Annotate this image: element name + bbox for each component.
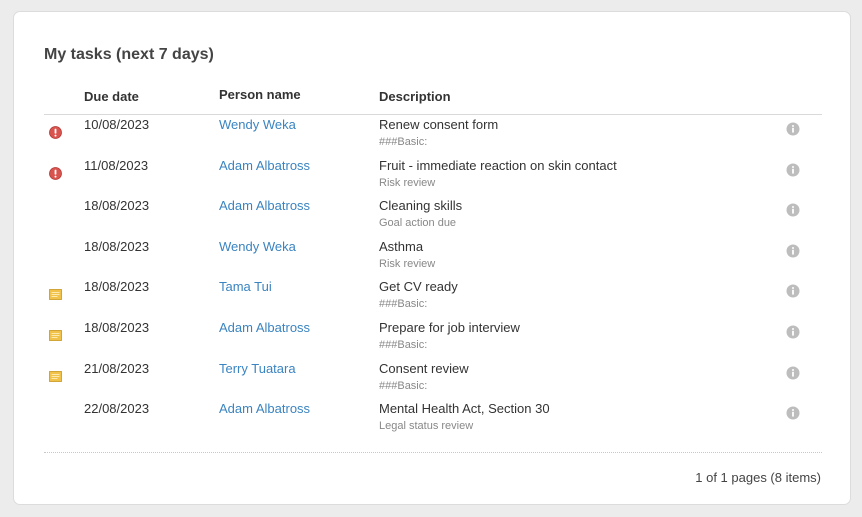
person-name-link[interactable]: Adam Albatross [219, 198, 310, 213]
task-description: Renew consent form [379, 117, 499, 132]
due-date-cell: 22/08/2023 [84, 401, 150, 417]
due-date-cell: 11/08/2023 [84, 157, 149, 173]
due-date-cell: 18/08/2023 [84, 198, 150, 214]
person-name-link[interactable]: Adam Albatross [219, 401, 310, 416]
alert-circle-icon [49, 166, 62, 180]
table-row: 18/08/2023 Wendy Weka Asthma Risk review [44, 237, 822, 278]
task-type: ###Basic: [379, 136, 428, 148]
task-type: Risk review [379, 176, 436, 189]
panel-title: My tasks (next 7 days) [44, 46, 214, 63]
task-type: Goal action due [379, 217, 457, 230]
task-description: Cleaning skills [379, 198, 463, 214]
table-row: 11/08/2023 Adam Albatross Fruit - immediat… [44, 156, 822, 197]
person-name-link[interactable]: Tama Tui [219, 279, 272, 294]
column-header-due-date: Due date [84, 89, 139, 104]
task-description: Prepare for job interview [379, 319, 520, 335]
table-row: 18/08/2023 Tama Tui Get CV ready ###Basic: [44, 277, 822, 318]
note-icon [49, 370, 62, 383]
task-description: Get CV ready [379, 279, 458, 295]
info-icon[interactable] [786, 163, 800, 177]
table-row: 22/08/2023 Adam Albatross Mental Health Ac… [44, 399, 822, 440]
person-name-link[interactable]: Adam Albatross [219, 320, 310, 335]
info-icon[interactable] [786, 122, 800, 136]
info-icon[interactable] [786, 325, 800, 339]
table-body: 10/08/2023 Wendy Weka Renew consent form ##… [44, 115, 822, 440]
tasks-table: Due date Person name Description 10/08/2… [44, 86, 822, 440]
task-type: ###Basic: [379, 298, 428, 311]
table-row: 18/08/2023 Adam Albatross Prepare for job … [44, 318, 822, 359]
alert-circle-icon [49, 126, 62, 139]
info-icon[interactable] [786, 406, 800, 420]
task-description: Asthma [379, 238, 424, 254]
table-row: 21/08/2023 Terry Tuatara Consent review ###… [44, 359, 822, 400]
info-icon[interactable] [786, 366, 800, 380]
task-description: Consent review [379, 360, 469, 376]
table-row: 10/08/2023 Wendy Weka Renew consent form ##… [44, 115, 822, 156]
note-icon [49, 329, 62, 342]
due-date-cell: 18/08/2023 [84, 279, 150, 295]
person-name-link[interactable]: Adam Albatross [219, 158, 310, 173]
task-type: ###Basic: [379, 379, 428, 392]
column-header-description: Description [379, 89, 451, 104]
due-date-cell: 18/08/2023 [84, 238, 150, 254]
table-header: Due date Person name Description [44, 86, 822, 115]
task-type: Legal status review [379, 420, 474, 433]
task-type: Risk review [379, 257, 436, 270]
info-icon[interactable] [786, 203, 800, 217]
person-name-link[interactable]: Terry Tuatara [219, 361, 296, 376]
task-description: Mental Health Act, Section 30 [379, 401, 550, 417]
tasks-panel: My tasks (next 7 days) Due date Person n… [13, 11, 851, 505]
pager-summary: 1 of 1 pages (8 items) [695, 470, 821, 485]
note-icon [49, 288, 62, 301]
column-header-person-name: Person name [219, 87, 301, 102]
due-date-cell: 21/08/2023 [84, 360, 150, 376]
table-row: 18/08/2023 Adam Albatross Cleaning skills G… [44, 196, 822, 237]
due-date-cell: 18/08/2023 [84, 319, 150, 335]
table-footer-divider [44, 452, 822, 453]
task-type: ###Basic: [379, 338, 428, 351]
task-description: Fruit - immediate reaction on skin conta… [379, 157, 617, 173]
info-icon[interactable] [786, 244, 800, 258]
person-name-link[interactable]: Wendy Weka [219, 239, 296, 254]
info-icon[interactable] [786, 284, 800, 298]
person-name-link[interactable]: Wendy Weka [219, 117, 296, 132]
due-date-cell: 10/08/2023 [84, 117, 150, 132]
